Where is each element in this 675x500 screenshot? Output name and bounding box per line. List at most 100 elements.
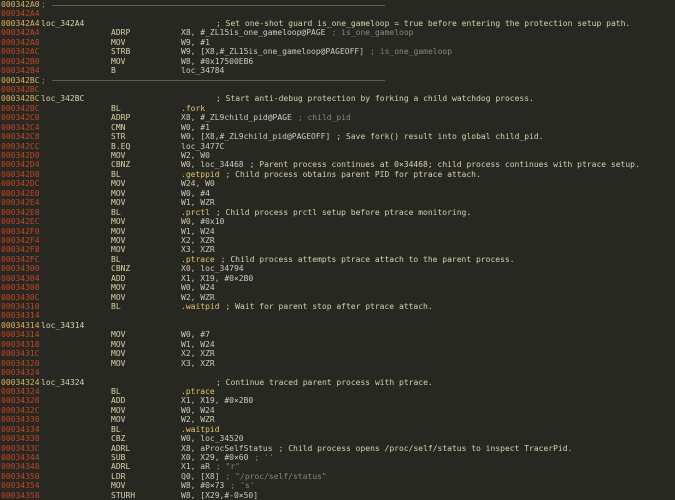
operands: W0, #1	[181, 122, 210, 132]
code-label: loc_342BC	[41, 94, 85, 104]
address: 000342BC	[1, 103, 40, 113]
address: 000342A4	[1, 18, 40, 28]
listing-line[interactable]: 000342BC BL .fork	[0, 104, 675, 113]
operands: .getppid	[181, 169, 220, 179]
code-label: loc_342A4	[41, 18, 85, 28]
listing-line[interactable]: 00034324	[0, 368, 675, 377]
listing-line[interactable]: 000342F8 MOV X3, XZR	[0, 245, 675, 254]
listing-line[interactable]: 00034334 BL .waitpid	[0, 425, 675, 434]
address: 000342F8	[1, 245, 40, 255]
listing-line[interactable]: 000342DC MOV W24, W0	[0, 179, 675, 188]
disassembly-listing[interactable]: 000342A0; 000342A4 000342A4 loc_342A4; Set …	[0, 0, 675, 500]
listing-line[interactable]: 000342D8 BL .getppid ; Child process obtain…	[0, 170, 675, 179]
mnemonic: LDR	[111, 471, 126, 481]
listing-line[interactable]: 000342A8 MOV W9, #1	[0, 38, 675, 47]
separator-line	[52, 4, 385, 6]
mnemonic: MOV	[111, 283, 126, 293]
listing-line[interactable]: 000342D0 MOV W2, W0	[0, 151, 675, 160]
mnemonic: ADD	[111, 396, 126, 406]
listing-line[interactable]: 00034328 ADD X1, X19, #0×2B0	[0, 396, 675, 405]
address: 00034324	[1, 386, 40, 396]
operands: W0, #0x10	[181, 217, 225, 227]
listing-line[interactable]: 00034310 BL .waitpid ; Wait for parent stop…	[0, 302, 675, 311]
operands: W8, [X29,#-0×50]	[181, 490, 259, 500]
address: 00034350	[1, 471, 40, 481]
listing-line[interactable]: 00034350 LDR Q0, [X8] ; "/proc/self/status"	[0, 472, 675, 481]
listing-line[interactable]: 00034314	[0, 311, 675, 320]
address: 000342D8	[1, 169, 40, 179]
mnemonic: MOV	[111, 217, 126, 227]
listing-line[interactable]: 00034324 loc_34324 ; Continue traced paren…	[0, 378, 675, 387]
mnemonic: SUB	[111, 453, 126, 462]
listing-line[interactable]: 00034330 MOV W2, WZR	[0, 415, 675, 424]
listing-line[interactable]: 00034314 loc_34314	[0, 321, 675, 330]
listing-line[interactable]: 000342F4 MOV X2, XZR	[0, 236, 675, 245]
operands: X2, XZR	[181, 349, 215, 359]
listing-line[interactable]: 00034304 ADD X1, X19, #0×2B0	[0, 274, 675, 283]
operands: X3, XZR	[181, 245, 215, 255]
listing-line[interactable]: 00034344 SUB X0, X29, #0×60 ; ''	[0, 453, 675, 462]
mnemonic: CBZ	[111, 434, 126, 444]
listing-line[interactable]: 000342BC loc_342BC ; Start anti-debug prot…	[0, 94, 675, 103]
listing-line[interactable]: 000342A0;	[0, 0, 675, 9]
operands: .ptrace	[181, 254, 215, 264]
address: 00034314	[1, 330, 40, 340]
comment: ; Save fork() result into global child_p…	[336, 132, 544, 142]
listing-line[interactable]: 0003433C ADRL X8, aProcSelfStatus ; Child p…	[0, 444, 675, 453]
listing-line[interactable]: 000342BC	[0, 85, 675, 94]
operands: X0, X29, #0×60	[181, 453, 249, 462]
mnemonic: BL	[111, 386, 121, 396]
separator-line	[52, 80, 385, 81]
operands: W9, #1	[181, 37, 210, 47]
listing-line[interactable]: 000342B4 Bloc_34784	[0, 66, 675, 75]
listing-line[interactable]: 00034314 MOV W0, #7	[0, 330, 675, 339]
listing-line[interactable]: 000342B0 MOV W8, #0x17500EB6	[0, 57, 675, 66]
listing-line[interactable]: 000342BC;	[0, 76, 675, 85]
listing-line[interactable]: 000342E0 MOV W0, #4	[0, 189, 675, 198]
mnemonic: B	[111, 66, 116, 76]
operands: W1, W24	[181, 339, 215, 349]
listing-line[interactable]: 000342D4 CBNZ W0, loc_34468 ; Parent proces…	[0, 160, 675, 169]
address: 000342BC	[1, 75, 40, 85]
listing-line[interactable]: 000342A4 ADRP X8, #_ZL15is_one_gameloop@PA…	[0, 28, 675, 37]
address: 00034324	[1, 377, 40, 387]
listing-line[interactable]: 00034358 STURH W8, [X29,#-0×50]	[0, 491, 675, 500]
address: 000342E0	[1, 188, 40, 198]
listing-line[interactable]: 000342C0 ADRP X8, #_ZL9child_pid@PAGE ; chi…	[0, 113, 675, 122]
listing-line[interactable]: 0003431C MOV X2, XZR	[0, 349, 675, 358]
listing-line[interactable]: 00034308 MOV W0, W24	[0, 283, 675, 292]
mnemonic: MOV	[111, 330, 126, 340]
listing-line[interactable]: 00034354 MOV W8, #0×73 ; 's'	[0, 481, 675, 490]
comment: ; Wait for parent stop after ptrace atta…	[225, 302, 433, 311]
operands: W0, #4	[181, 188, 210, 198]
listing-line[interactable]: 000342C4 CMN W0, #1	[0, 123, 675, 132]
listing-line[interactable]: 00034324 BL .ptrace	[0, 387, 675, 396]
listing-line[interactable]: 0003432C MOV W0, W24	[0, 406, 675, 415]
listing-line[interactable]: 00034318 MOV W1, W24	[0, 340, 675, 349]
mnemonic: MOV	[111, 179, 126, 189]
listing-line[interactable]: 000342E4 MOV W1, WZR	[0, 198, 675, 207]
listing-line[interactable]: 000342EC MOV W0, #0x10	[0, 217, 675, 226]
mnemonic: MOV	[111, 405, 126, 415]
listing-line[interactable]: 0003430C MOV W2, WZR	[0, 293, 675, 302]
listing-line[interactable]: 000342FC BL .ptrace ; Child process attempt…	[0, 255, 675, 264]
mnemonic: CMN	[111, 122, 126, 132]
address: 000342E4	[1, 198, 40, 208]
operands: .waitpid	[181, 302, 220, 311]
listing-line[interactable]: 000342CC B.EQ loc_3477C	[0, 142, 675, 151]
operands: W24, W0	[181, 179, 215, 189]
listing-line[interactable]: 00034320 MOV X3, XZR	[0, 359, 675, 368]
address: 00034344	[1, 453, 40, 462]
listing-line[interactable]: 000342E8 BL .prctl ; Child process prctl se…	[0, 208, 675, 217]
listing-line[interactable]: 00034338 CBZ W0, loc_34520	[0, 434, 675, 443]
listing-line[interactable]: 000342C8 STR W0, [X8,#_ZL9child_pid@PAGEOF…	[0, 132, 675, 141]
address: 000342F0	[1, 226, 40, 236]
address: 000342FC	[1, 254, 40, 264]
listing-line[interactable]: 00034348 ADRL X1, aR ; "r"	[0, 462, 675, 471]
listing-line[interactable]: 000342A4 loc_342A4 ; Set one-shot guard is…	[0, 19, 675, 28]
listing-line[interactable]: 000342A4	[0, 9, 675, 18]
listing-line[interactable]: 000342F0 MOV W1, W24	[0, 227, 675, 236]
listing-line[interactable]: 000342AC STRB W9, [X8,#_ZL15is_one_gameloo…	[0, 47, 675, 56]
listing-line[interactable]: 00034300 CBNZ X0, loc_34794	[0, 264, 675, 273]
operands: X8, #_ZL15is_one_gameloop@PAGE	[181, 28, 326, 38]
